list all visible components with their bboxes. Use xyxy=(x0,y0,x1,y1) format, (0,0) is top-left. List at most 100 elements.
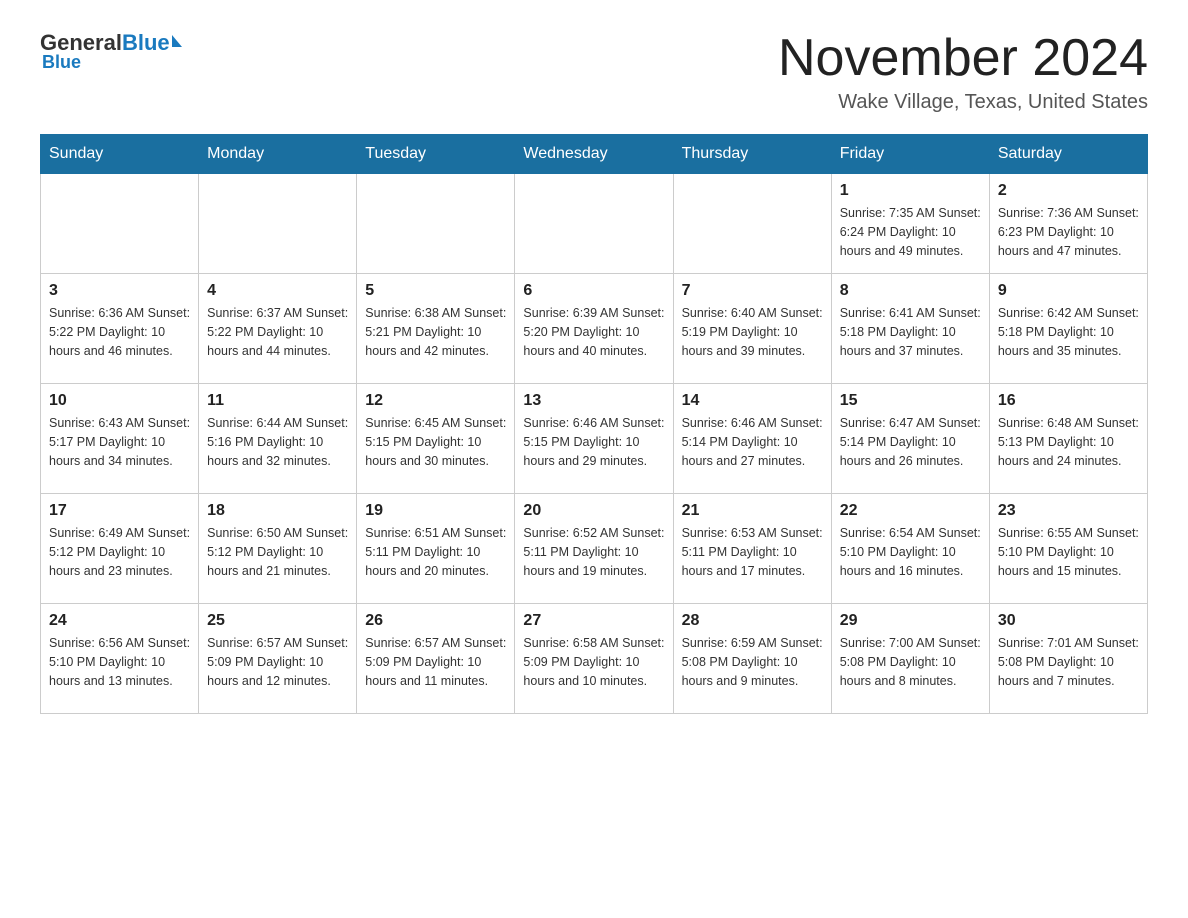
week-row-4: 24Sunrise: 6:56 AM Sunset: 5:10 PM Dayli… xyxy=(41,604,1148,714)
calendar-cell: 3 Sunrise: 6:36 AM Sunset: 5:22 PM Daylig… xyxy=(41,274,199,384)
calendar-cell: 4Sunrise: 6:37 AM Sunset: 5:22 PM Daylig… xyxy=(199,274,357,384)
calendar-cell: 9 Sunrise: 6:42 AM Sunset: 5:18 PM Daylig… xyxy=(989,274,1147,384)
week-row-2: 10Sunrise: 6:43 AM Sunset: 5:17 PM Dayli… xyxy=(41,384,1148,494)
day-info: Sunrise: 6:47 AM Sunset: 5:14 PM Dayligh… xyxy=(840,414,981,470)
header-day-friday: Friday xyxy=(831,135,989,174)
header-day-wednesday: Wednesday xyxy=(515,135,673,174)
day-info: Sunrise: 6:57 AM Sunset: 5:09 PM Dayligh… xyxy=(365,634,506,690)
calendar-cell: 16Sunrise: 6:48 AM Sunset: 5:13 PM Dayli… xyxy=(989,384,1147,494)
day-info: Sunrise: 6:50 AM Sunset: 5:12 PM Dayligh… xyxy=(207,524,348,580)
day-number: 6 xyxy=(523,282,664,300)
week-row-3: 17 Sunrise: 6:49 AM Sunset: 5:12 PM Dayli… xyxy=(41,494,1148,604)
week-row-0: 1 Sunrise: 7:35 AM Sunset: 6:24 PM Daylig… xyxy=(41,174,1148,274)
calendar-cell: 14Sunrise: 6:46 AM Sunset: 5:14 PM Dayli… xyxy=(673,384,831,494)
day-info: Sunrise: 6:44 AM Sunset: 5:16 PM Dayligh… xyxy=(207,414,348,470)
day-info: Sunrise: 6:41 AM Sunset: 5:18 PM Dayligh… xyxy=(840,304,981,360)
day-number: 14 xyxy=(682,392,823,410)
day-info: Sunrise: 6:45 AM Sunset: 5:15 PM Dayligh… xyxy=(365,414,506,470)
calendar-cell: 26 Sunrise: 6:57 AM Sunset: 5:09 PM Dayli… xyxy=(357,604,515,714)
header-day-tuesday: Tuesday xyxy=(357,135,515,174)
calendar-cell: 10Sunrise: 6:43 AM Sunset: 5:17 PM Dayli… xyxy=(41,384,199,494)
day-number: 26 xyxy=(365,612,506,630)
day-info: Sunrise: 6:38 AM Sunset: 5:21 PM Dayligh… xyxy=(365,304,506,360)
calendar-cell: 2 Sunrise: 7:36 AM Sunset: 6:23 PM Daylig… xyxy=(989,174,1147,274)
calendar-cell: 6 Sunrise: 6:39 AM Sunset: 5:20 PM Daylig… xyxy=(515,274,673,384)
day-number: 3 xyxy=(49,282,190,300)
page-header: General Blue Blue November 2024 Wake Vil… xyxy=(40,30,1148,114)
calendar-cell: 27Sunrise: 6:58 AM Sunset: 5:09 PM Dayli… xyxy=(515,604,673,714)
day-number: 9 xyxy=(998,282,1139,300)
calendar-cell: 19 Sunrise: 6:51 AM Sunset: 5:11 PM Dayli… xyxy=(357,494,515,604)
calendar-cell: 7Sunrise: 6:40 AM Sunset: 5:19 PM Daylig… xyxy=(673,274,831,384)
day-info: Sunrise: 6:39 AM Sunset: 5:20 PM Dayligh… xyxy=(523,304,664,360)
day-number: 29 xyxy=(840,612,981,630)
day-number: 30 xyxy=(998,612,1139,630)
day-number: 20 xyxy=(523,502,664,520)
day-number: 28 xyxy=(682,612,823,630)
calendar-cell: 5Sunrise: 6:38 AM Sunset: 5:21 PM Daylig… xyxy=(357,274,515,384)
day-info: Sunrise: 6:55 AM Sunset: 5:10 PM Dayligh… xyxy=(998,524,1139,580)
day-info: Sunrise: 6:53 AM Sunset: 5:11 PM Dayligh… xyxy=(682,524,823,580)
calendar-cell: 17 Sunrise: 6:49 AM Sunset: 5:12 PM Dayli… xyxy=(41,494,199,604)
day-info: Sunrise: 6:42 AM Sunset: 5:18 PM Dayligh… xyxy=(998,304,1139,360)
calendar-cell: 28 Sunrise: 6:59 AM Sunset: 5:08 PM Dayli… xyxy=(673,604,831,714)
day-info: Sunrise: 6:59 AM Sunset: 5:08 PM Dayligh… xyxy=(682,634,823,690)
logo-arrow-icon xyxy=(172,35,182,47)
day-number: 19 xyxy=(365,502,506,520)
day-number: 21 xyxy=(682,502,823,520)
day-number: 22 xyxy=(840,502,981,520)
day-number: 13 xyxy=(523,392,664,410)
day-number: 24 xyxy=(49,612,190,630)
day-number: 25 xyxy=(207,612,348,630)
day-info: Sunrise: 6:36 AM Sunset: 5:22 PM Dayligh… xyxy=(49,304,190,360)
day-info: Sunrise: 7:01 AM Sunset: 5:08 PM Dayligh… xyxy=(998,634,1139,690)
calendar-cell: 21 Sunrise: 6:53 AM Sunset: 5:11 PM Dayli… xyxy=(673,494,831,604)
calendar-cell: 15Sunrise: 6:47 AM Sunset: 5:14 PM Dayli… xyxy=(831,384,989,494)
day-info: Sunrise: 6:52 AM Sunset: 5:11 PM Dayligh… xyxy=(523,524,664,580)
title-block: November 2024 Wake Village, Texas, Unite… xyxy=(778,30,1148,114)
calendar-cell: 1 Sunrise: 7:35 AM Sunset: 6:24 PM Daylig… xyxy=(831,174,989,274)
calendar-cell: 12 Sunrise: 6:45 AM Sunset: 5:15 PM Dayli… xyxy=(357,384,515,494)
day-info: Sunrise: 7:36 AM Sunset: 6:23 PM Dayligh… xyxy=(998,204,1139,260)
calendar-cell xyxy=(41,174,199,274)
day-number: 16 xyxy=(998,392,1139,410)
day-info: Sunrise: 6:51 AM Sunset: 5:11 PM Dayligh… xyxy=(365,524,506,580)
day-number: 17 xyxy=(49,502,190,520)
day-info: Sunrise: 7:00 AM Sunset: 5:08 PM Dayligh… xyxy=(840,634,981,690)
calendar-cell: 30 Sunrise: 7:01 AM Sunset: 5:08 PM Dayli… xyxy=(989,604,1147,714)
day-info: Sunrise: 6:57 AM Sunset: 5:09 PM Dayligh… xyxy=(207,634,348,690)
day-number: 8 xyxy=(840,282,981,300)
day-info: Sunrise: 6:54 AM Sunset: 5:10 PM Dayligh… xyxy=(840,524,981,580)
calendar-cell: 11Sunrise: 6:44 AM Sunset: 5:16 PM Dayli… xyxy=(199,384,357,494)
day-number: 7 xyxy=(682,282,823,300)
day-info: Sunrise: 6:49 AM Sunset: 5:12 PM Dayligh… xyxy=(49,524,190,580)
calendar-cell: 23 Sunrise: 6:55 AM Sunset: 5:10 PM Dayli… xyxy=(989,494,1147,604)
calendar-cell: 22 Sunrise: 6:54 AM Sunset: 5:10 PM Dayli… xyxy=(831,494,989,604)
header-day-saturday: Saturday xyxy=(989,135,1147,174)
calendar-cell xyxy=(673,174,831,274)
calendar-cell: 29 Sunrise: 7:00 AM Sunset: 5:08 PM Dayli… xyxy=(831,604,989,714)
day-info: Sunrise: 6:58 AM Sunset: 5:09 PM Dayligh… xyxy=(523,634,664,690)
day-info: Sunrise: 7:35 AM Sunset: 6:24 PM Dayligh… xyxy=(840,204,981,260)
day-number: 12 xyxy=(365,392,506,410)
calendar-cell: 18 Sunrise: 6:50 AM Sunset: 5:12 PM Dayli… xyxy=(199,494,357,604)
calendar-cell: 24Sunrise: 6:56 AM Sunset: 5:10 PM Dayli… xyxy=(41,604,199,714)
day-number: 23 xyxy=(998,502,1139,520)
calendar-cell xyxy=(199,174,357,274)
calendar-title: November 2024 xyxy=(778,30,1148,87)
day-info: Sunrise: 6:37 AM Sunset: 5:22 PM Dayligh… xyxy=(207,304,348,360)
calendar-cell: 13Sunrise: 6:46 AM Sunset: 5:15 PM Dayli… xyxy=(515,384,673,494)
day-info: Sunrise: 6:43 AM Sunset: 5:17 PM Dayligh… xyxy=(49,414,190,470)
calendar-subtitle: Wake Village, Texas, United States xyxy=(778,91,1148,114)
calendar-cell: 20 Sunrise: 6:52 AM Sunset: 5:11 PM Dayli… xyxy=(515,494,673,604)
week-row-1: 3 Sunrise: 6:36 AM Sunset: 5:22 PM Daylig… xyxy=(41,274,1148,384)
day-number: 2 xyxy=(998,182,1139,200)
day-number: 18 xyxy=(207,502,348,520)
day-number: 1 xyxy=(840,182,981,200)
calendar-table: SundayMondayTuesdayWednesdayThursdayFrid… xyxy=(40,134,1148,714)
calendar-cell xyxy=(515,174,673,274)
calendar-cell: 25 Sunrise: 6:57 AM Sunset: 5:09 PM Dayli… xyxy=(199,604,357,714)
logo-subtitle: Blue xyxy=(42,52,81,73)
header-day-sunday: Sunday xyxy=(41,135,199,174)
calendar-cell xyxy=(357,174,515,274)
